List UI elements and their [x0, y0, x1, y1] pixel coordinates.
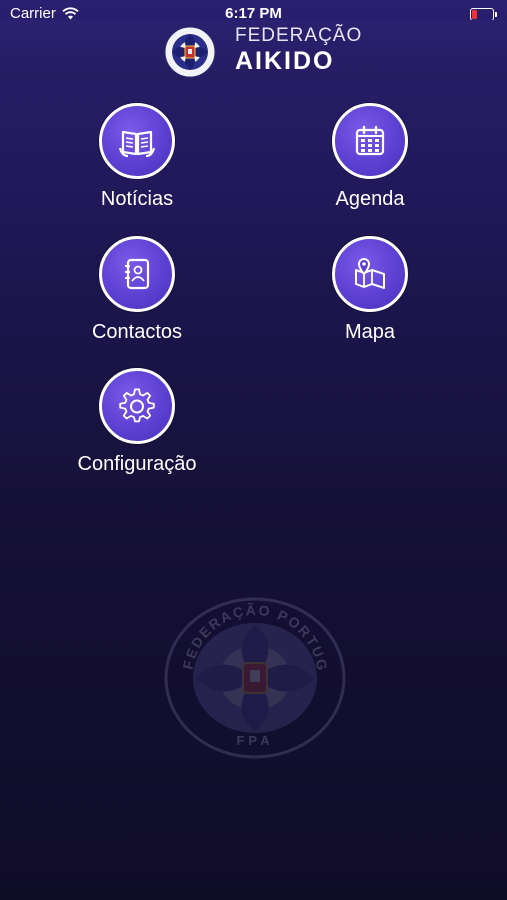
agenda-label: Agenda: [335, 188, 405, 210]
newspaper-icon: [118, 130, 156, 158]
federation-watermark-logo: FEDERAÇÃO PORTUGUESA DE AIKIDO FPA: [164, 597, 346, 759]
menu-item-agenda[interactable]: Agenda: [270, 103, 470, 211]
brand-line-1: FEDERAÇÃO: [235, 25, 363, 46]
watermark-initials: FPA: [236, 733, 273, 748]
menu-item-noticias[interactable]: Notícias: [37, 103, 237, 211]
calendar-icon: [355, 125, 385, 156]
noticias-button[interactable]: [99, 103, 175, 179]
configuracao-label: Configuração: [77, 453, 197, 475]
contactos-label: Contactos: [91, 321, 183, 343]
menu-item-mapa[interactable]: Mapa: [270, 236, 470, 344]
noticias-label: Notícias: [100, 188, 174, 210]
brand-title: FEDERAÇÃO AIKIDO: [235, 26, 362, 74]
contactos-button[interactable]: [99, 236, 175, 312]
map-pin-icon: [355, 257, 385, 289]
brand-line-2: AIKIDO: [235, 47, 335, 75]
address-book-icon: [125, 258, 150, 290]
mapa-button[interactable]: [332, 236, 408, 312]
federation-logo: [164, 26, 216, 78]
menu-item-configuracao[interactable]: Configuração: [37, 368, 237, 476]
agenda-button[interactable]: [332, 103, 408, 179]
menu-item-contactos[interactable]: Contactos: [37, 236, 237, 344]
mapa-label: Mapa: [344, 321, 396, 343]
configuracao-button[interactable]: [99, 368, 175, 444]
gear-icon: [119, 388, 155, 423]
app-header: FEDERAÇÃO AIKIDO: [0, 20, 507, 80]
